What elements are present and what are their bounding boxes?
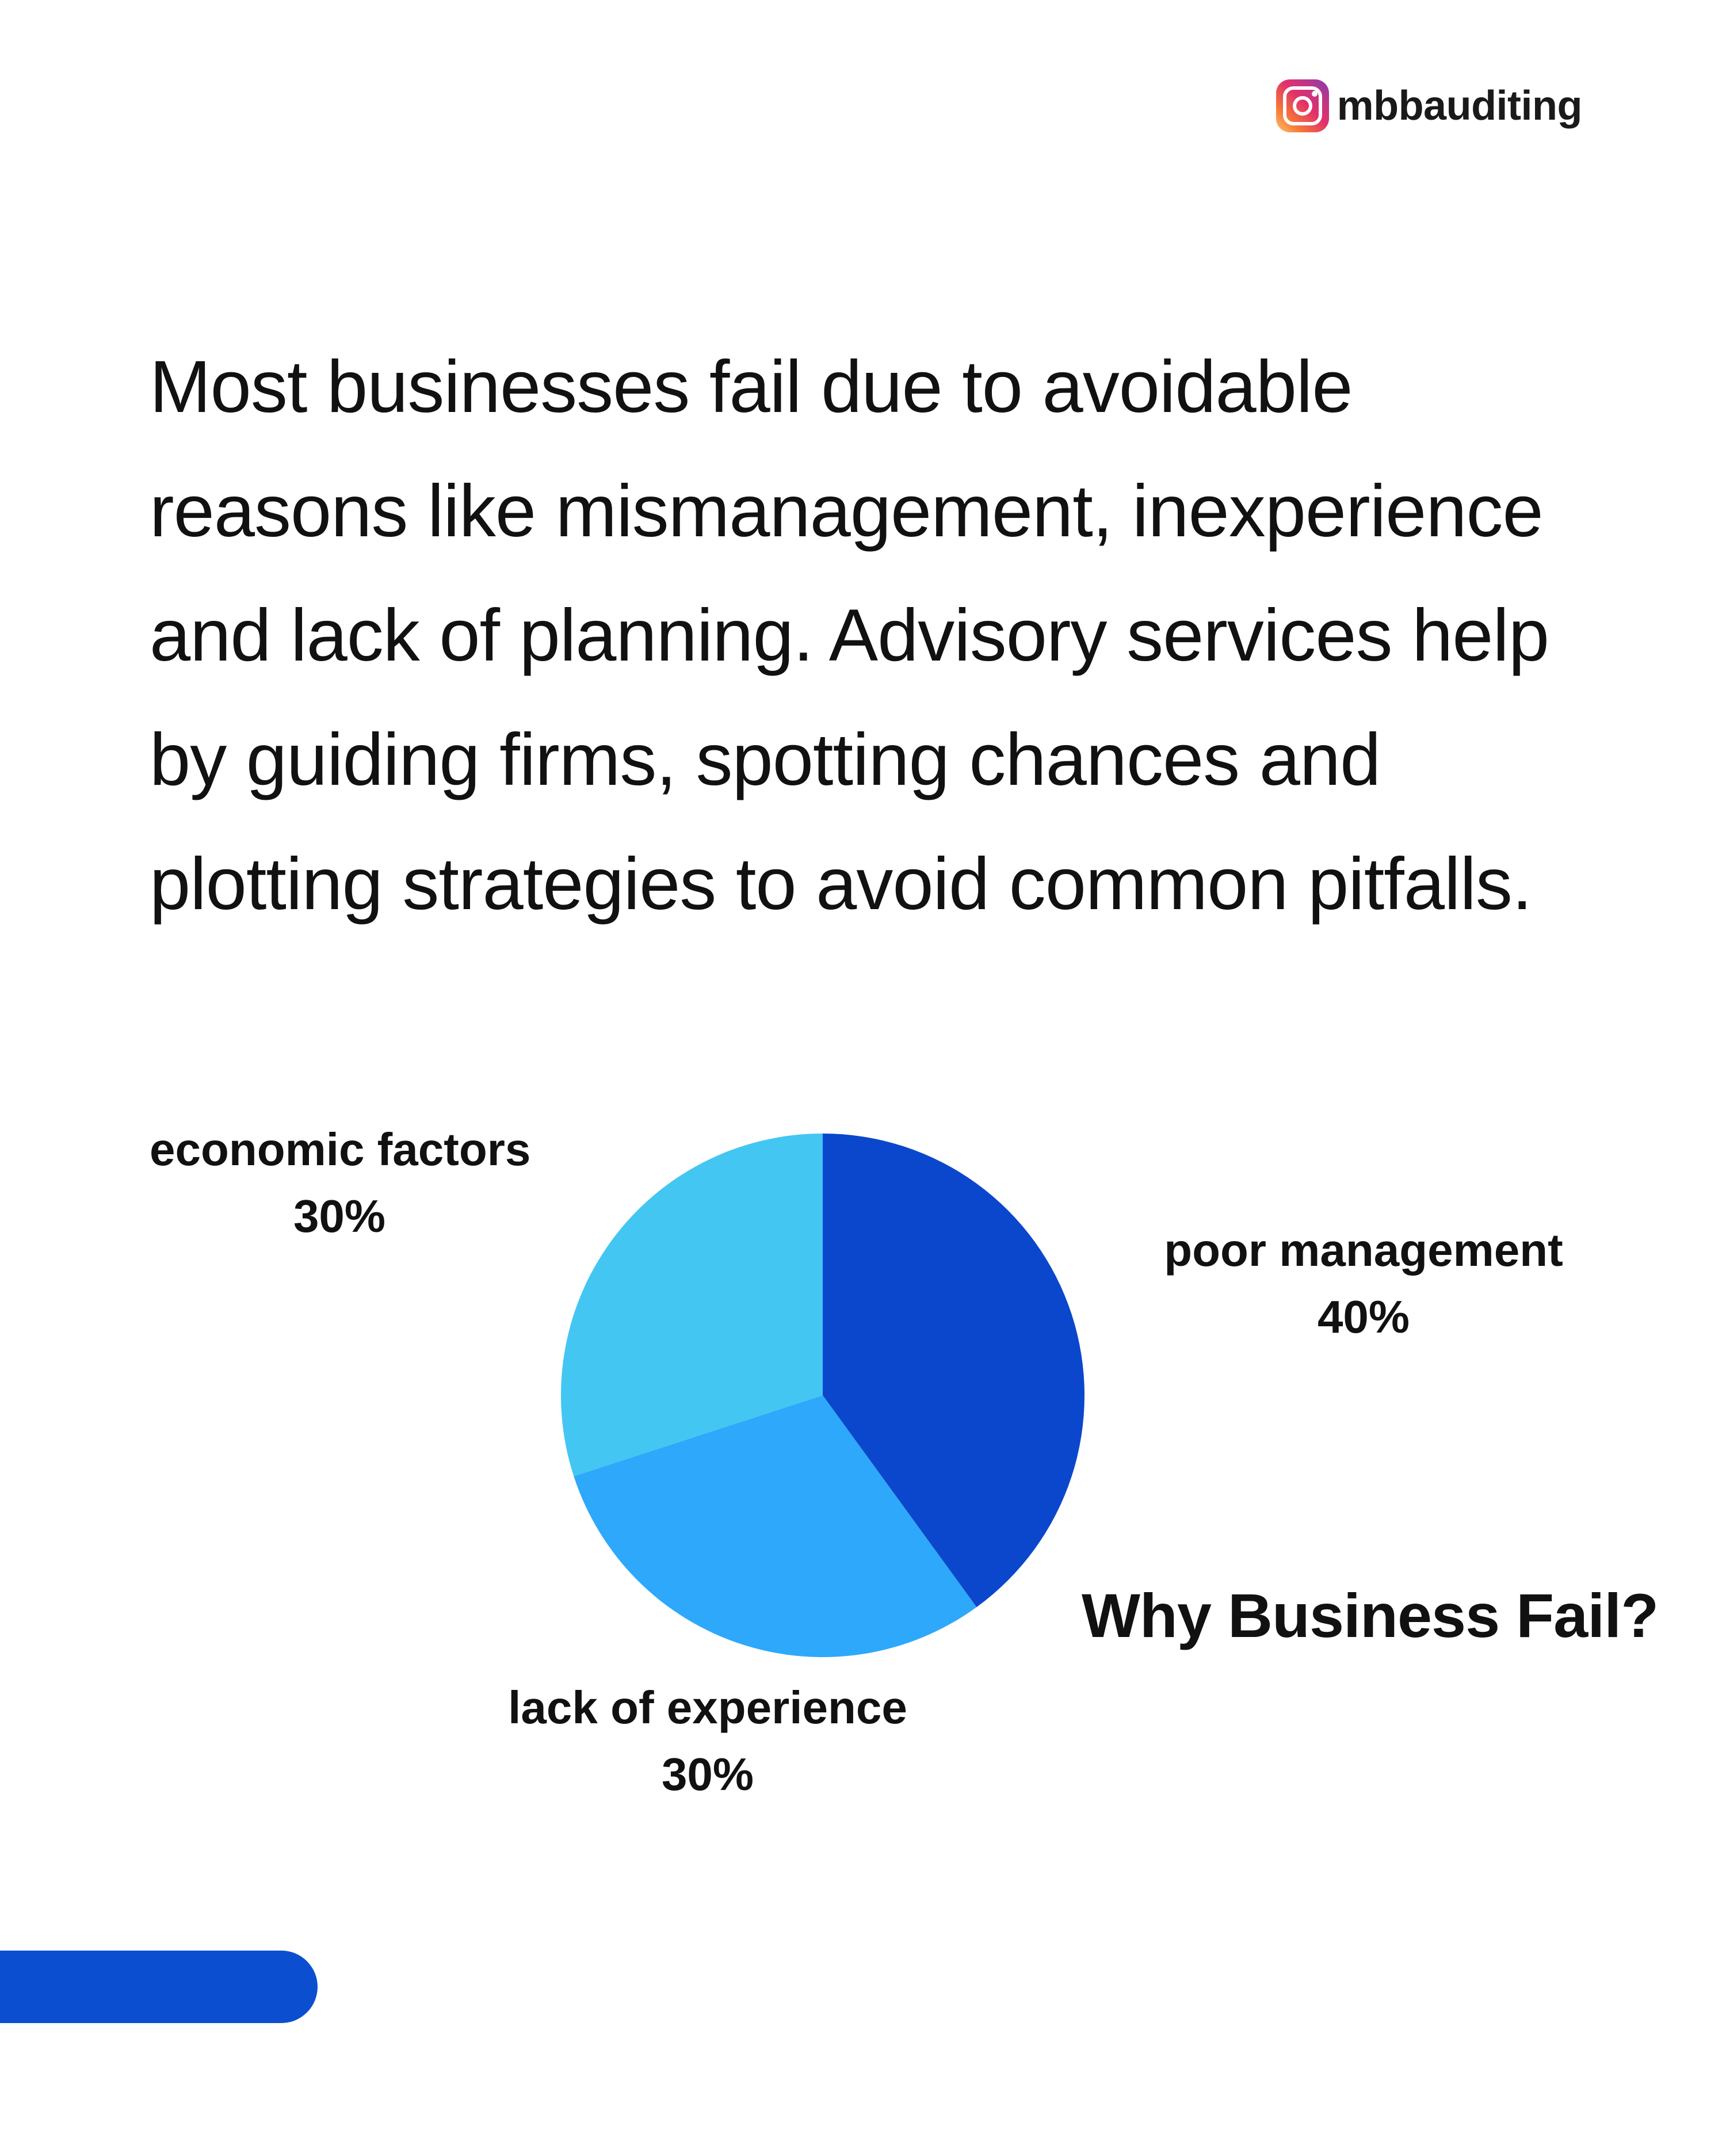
slice-category: economic factors [150,1124,531,1175]
pie-chart [560,1134,1085,1657]
slice-value: 40% [1317,1291,1410,1342]
slice-label-poor-management: poor management 40% [1162,1217,1565,1350]
chart-title: Why Business Fail? [1082,1581,1659,1650]
slice-value: 30% [293,1190,386,1242]
slice-label-lack-of-experience: lack of experience 30% [506,1674,909,1808]
accent-bar [0,1951,318,2023]
slice-label-economic-factors: economic factors 30% [150,1116,531,1250]
pie-slices [560,1134,1085,1657]
slice-category: lack of experience [508,1682,907,1733]
slice-category: poor management [1164,1224,1563,1276]
slice-value: 30% [661,1749,754,1800]
